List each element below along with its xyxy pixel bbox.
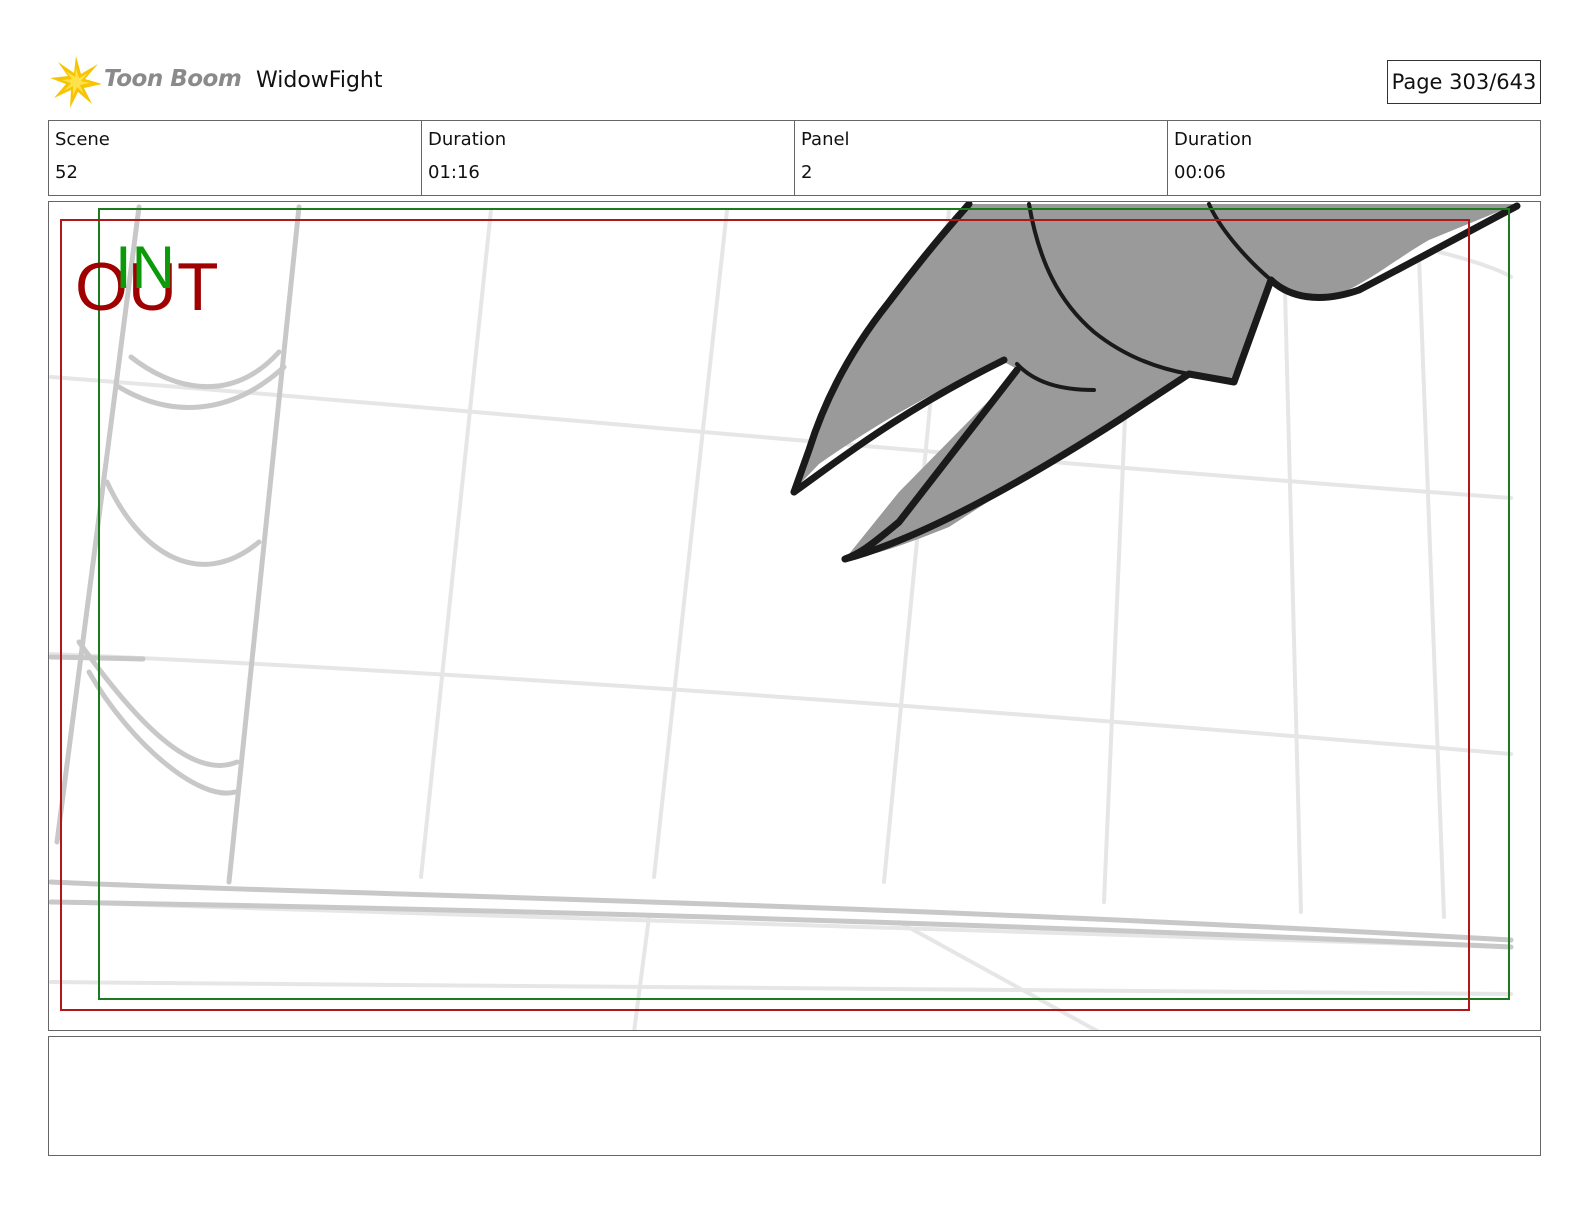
panel-duration-cell: Duration 00:06 [1168, 121, 1540, 195]
panel-duration-label: Duration [1174, 129, 1253, 150]
panel-value: 2 [801, 162, 813, 183]
scene-info-table: Scene 52 Duration 01:16 Panel 2 Duration… [48, 120, 1541, 196]
scene-cell: Scene 52 [49, 121, 422, 195]
storyboard-header: Toon Boom WidowFight Page 303/643 [0, 0, 1584, 118]
page-number: Page 303/643 [1387, 60, 1541, 104]
panel-notes-box [48, 1036, 1541, 1156]
scene-duration-cell: Duration 01:16 [422, 121, 795, 195]
scene-duration-label: Duration [428, 129, 507, 150]
panel-label: Panel [801, 129, 850, 150]
character-claw-drawing [790, 202, 1521, 563]
panel-duration-value: 00:06 [1174, 162, 1226, 183]
scene-duration-value: 01:16 [428, 162, 480, 183]
logo-text: Toon Boom [104, 66, 242, 92]
scene-label: Scene [55, 129, 110, 150]
in-frame-border [98, 208, 1510, 1000]
project-title: WidowFight [256, 68, 383, 93]
scene-value: 52 [55, 162, 78, 183]
storyboard-panel: OUT IN [48, 201, 1541, 1031]
panel-cell: Panel 2 [795, 121, 1168, 195]
in-marker: IN [115, 234, 175, 301]
panel-drawing: OUT IN [49, 202, 1521, 1030]
